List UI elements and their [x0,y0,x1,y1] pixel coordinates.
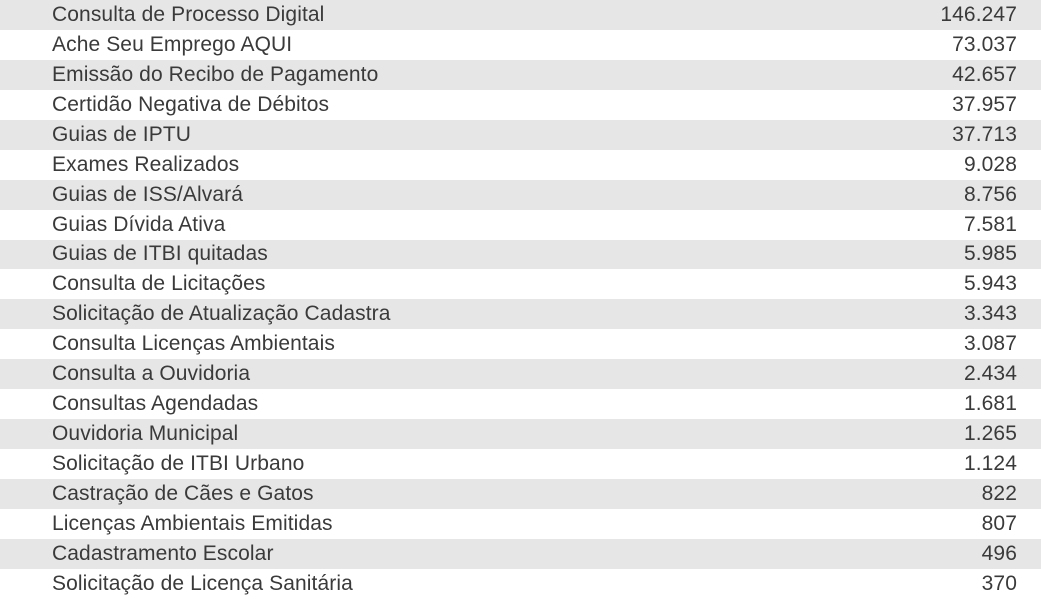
row-label: Licenças Ambientais Emitidas [52,512,982,536]
table-row: Cadastramento Escolar 496 [0,539,1041,569]
table-row: Consultas Agendadas 1.681 [0,389,1041,419]
row-value: 42.657 [952,63,1017,87]
table-row: Solicitação de Atualização Cadastra 3.34… [0,299,1041,329]
row-label: Castração de Cães e Gatos [52,482,982,506]
row-value: 8.756 [964,183,1017,207]
table-row: Consulta a Ouvidoria 2.434 [0,359,1041,389]
row-value: 146.247 [940,3,1017,27]
row-label: Guias de ITBI quitadas [52,242,964,266]
table-row: Consulta Licenças Ambientais 3.087 [0,329,1041,359]
row-value: 37.713 [952,123,1017,147]
table-row: Licenças Ambientais Emitidas 807 [0,509,1041,539]
row-value: 5.985 [964,242,1017,266]
row-label: Solicitação de ITBI Urbano [52,452,964,476]
table-row: Ache Seu Emprego AQUI 73.037 [0,30,1041,60]
table-row: Ouvidoria Municipal 1.265 [0,419,1041,449]
row-label: Consultas Agendadas [52,392,964,416]
table-row: Solicitação de Licença Sanitária 370 [0,569,1041,599]
row-label: Guias Dívida Ativa [52,213,964,237]
row-value: 1.124 [964,452,1017,476]
row-value: 496 [982,542,1017,566]
table-row: Guias Dívida Ativa 7.581 [0,210,1041,240]
row-value: 807 [982,512,1017,536]
row-value: 37.957 [952,93,1017,117]
table-row: Guias de ITBI quitadas 5.985 [0,240,1041,270]
table-row: Guias de ISS/Alvará 8.756 [0,180,1041,210]
row-value: 9.028 [964,153,1017,177]
table-row: Certidão Negativa de Débitos 37.957 [0,90,1041,120]
table-row: Castração de Cães e Gatos 822 [0,479,1041,509]
row-value: 1.265 [964,422,1017,446]
row-label: Guias de IPTU [52,123,952,147]
row-value: 822 [982,482,1017,506]
row-label: Consulta a Ouvidoria [52,362,964,386]
row-label: Consulta de Processo Digital [52,3,940,27]
table-row: Consulta de Licitações 5.943 [0,269,1041,299]
row-value: 2.434 [964,362,1017,386]
row-label: Emissão do Recibo de Pagamento [52,63,952,87]
table-row: Consulta de Processo Digital 146.247 [0,0,1041,30]
row-value: 3.343 [964,302,1017,326]
row-label: Consulta de Licitações [52,272,964,296]
row-label: Certidão Negativa de Débitos [52,93,952,117]
row-value: 370 [982,572,1017,596]
table-row: Emissão do Recibo de Pagamento 42.657 [0,60,1041,90]
row-value: 73.037 [952,33,1017,57]
row-label: Solicitação de Licença Sanitária [52,572,982,596]
table-row: Guias de IPTU 37.713 [0,120,1041,150]
row-label: Ouvidoria Municipal [52,422,964,446]
row-label: Ache Seu Emprego AQUI [52,33,952,57]
data-table: Consulta de Processo Digital 146.247 Ach… [0,0,1041,599]
row-label: Cadastramento Escolar [52,542,982,566]
row-value: 5.943 [964,272,1017,296]
table-row: Exames Realizados 9.028 [0,150,1041,180]
row-value: 3.087 [964,332,1017,356]
table-row: Solicitação de ITBI Urbano 1.124 [0,449,1041,479]
row-label: Solicitação de Atualização Cadastra [52,302,964,326]
row-label: Guias de ISS/Alvará [52,183,964,207]
row-label: Consulta Licenças Ambientais [52,332,964,356]
row-label: Exames Realizados [52,153,964,177]
row-value: 7.581 [964,213,1017,237]
row-value: 1.681 [964,392,1017,416]
